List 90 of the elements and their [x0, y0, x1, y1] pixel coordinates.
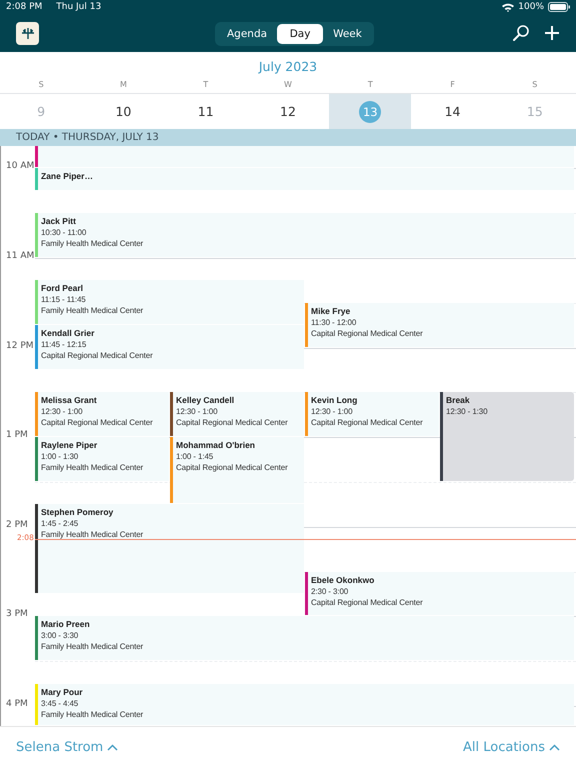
- event-time: 2:30 - 3:00: [311, 586, 348, 597]
- event-location: Family Health Medical Center: [41, 641, 144, 652]
- view-tab[interactable]: Agenda: [217, 24, 278, 44]
- event-name: Raylene Piper: [41, 440, 98, 452]
- hour-label: 10 AM: [6, 161, 34, 172]
- event-name: Ebele Okonkwo: [311, 574, 374, 586]
- event-card[interactable]: Mario Preen 3:00 - 3:30 Family Health Medical Center: [35, 616, 574, 660]
- event-name: Mike Frye: [311, 306, 350, 317]
- event-time: 10:30 - 11:00: [41, 227, 86, 238]
- status-time: 2:08 PM: [6, 2, 42, 12]
- event-location: Capital Regional Medical Center: [311, 328, 423, 339]
- event-time: 3:00 - 3:30: [41, 630, 78, 642]
- day-cell[interactable]: 10: [82, 94, 165, 129]
- hour-label: 12 PM: [6, 340, 34, 351]
- hour-label: 3 PM: [6, 609, 28, 620]
- event-name: Mohammad O'brien: [176, 440, 256, 452]
- month-title: July 2023: [257, 58, 318, 76]
- event-card[interactable]: Mike Frye 11:30 - 12:00 Capital Regional Medical Center: [305, 302, 574, 347]
- status-date: Thu Jul 13: [56, 2, 102, 12]
- event-name: Ford Pearl: [41, 283, 84, 294]
- event-card[interactable]: Ebele Okonkwo 2:30 - 3:00 Capital Regional Medical Center: [305, 572, 574, 616]
- weekday-label: M: [118, 80, 128, 89]
- event-location: Capital Regional Medical Center: [41, 417, 153, 428]
- event-time: 3:45 - 4:45: [41, 698, 78, 709]
- event-name: Kevin Long: [311, 395, 358, 406]
- hour-label: 11 AM: [6, 251, 34, 261]
- event-time: 11:15 - 11:45: [41, 294, 86, 306]
- chevron-up-icon: [549, 744, 560, 751]
- weekday-label: S: [38, 80, 45, 89]
- event-location: Capital Regional Medical Center: [176, 417, 288, 428]
- event-name: Jack Pitt: [41, 216, 76, 228]
- event-location: Family Health Medical Center: [41, 708, 144, 720]
- event-time: 11:30 - 12:00: [311, 316, 356, 328]
- weekday-label: F: [449, 80, 456, 89]
- event-time: 12:30 - 1:00: [176, 406, 218, 418]
- event-time: 12:30 - 1:00: [311, 406, 352, 418]
- day-cell[interactable]: 14: [411, 94, 494, 129]
- app-logo[interactable]: [16, 22, 39, 44]
- event-card[interactable]: Jack Pitt 10:30 - 11:00 Family Health Medical Center: [35, 213, 574, 257]
- event-name: Mario Preen: [41, 619, 90, 630]
- event-location: Capital Regional Medical Center: [311, 596, 423, 608]
- hour-label: 2 PM: [6, 520, 28, 530]
- event-location: Family Health Medical Center: [41, 305, 144, 316]
- event-card[interactable]: Zane Piper…: [35, 168, 574, 190]
- event-name: Kelley Candell: [176, 395, 234, 406]
- hour-label: 1 PM: [6, 430, 28, 440]
- event-time: 1:45 - 2:45: [41, 518, 78, 530]
- add-icon[interactable]: [544, 25, 560, 41]
- event-time: 11:45 - 12:15: [41, 339, 86, 350]
- event-card[interactable]: Ford Pearl 11:15 - 11:45 Family Health Medical Center: [35, 280, 304, 324]
- event-location: Family Health Medical Center: [41, 462, 144, 474]
- today-banner: TODAY • THURSDAY, JULY 13: [0, 129, 576, 146]
- weekday-label: T: [202, 80, 210, 89]
- chevron-up-icon: [107, 744, 118, 751]
- event-name: Zane Piper…: [41, 171, 93, 182]
- wifi-icon: [502, 2, 514, 12]
- event-card[interactable]: Raylene Piper 1:00 - 1:30 Family Health Medical Center: [35, 437, 169, 481]
- event-card[interactable]: Kelley Candell 12:30 - 1:00 Capital Regional Medical Center: [170, 392, 304, 436]
- event-name: Kendall Grier: [41, 328, 94, 340]
- weekday-label: S: [531, 80, 538, 89]
- event-time: 1:00 - 1:30: [41, 451, 78, 462]
- event-card[interactable]: Mohammad O'brien 1:00 - 1:45 Capital Regional Medical Center: [170, 437, 304, 504]
- day-cell[interactable]: 11: [164, 94, 247, 129]
- event-name: Break: [446, 395, 470, 406]
- event-location: Family Health Medical Center: [41, 238, 144, 250]
- event-card[interactable]: Mary Pour 3:45 - 4:45 Family Health Medical Center: [35, 684, 574, 725]
- battery-icon: [548, 2, 570, 12]
- event-card[interactable]: Kevin Long 12:30 - 1:00 Capital Regional Medical Center: [305, 392, 439, 436]
- view-tab[interactable]: Week: [323, 24, 372, 44]
- event-card[interactable]: Kendall Grier 11:45 - 12:15 Capital Regional Medical Center: [35, 325, 304, 369]
- event-card[interactable]: Break 12:30 - 1:30: [440, 392, 574, 481]
- event-card[interactable]: Melissa Grant 12:30 - 1:00 Capital Regional Medical Center: [35, 392, 169, 436]
- event-card[interactable]: Stephen Pomeroy 1:45 - 2:45 Family Health Medical Center: [35, 504, 304, 593]
- weekday-label: T: [366, 80, 374, 89]
- event-location: Capital Regional Medical Center: [176, 462, 288, 474]
- day-cell[interactable]: 12: [246, 94, 330, 129]
- event-name: Melissa Grant: [41, 395, 97, 406]
- battery-percent: 100%: [518, 2, 544, 12]
- event-location: Capital Regional Medical Center: [41, 350, 153, 362]
- event-location: Capital Regional Medical Center: [311, 417, 423, 428]
- search-icon[interactable]: [512, 24, 530, 42]
- event-time: 12:30 - 1:00: [41, 406, 82, 418]
- view-tab[interactable]: Day: [277, 24, 324, 44]
- event-time: 1:00 - 1:45: [176, 451, 214, 462]
- event-location: Family Health Medical Center: [41, 529, 144, 540]
- weekday-label: W: [283, 80, 293, 89]
- event-time: 12:30 - 1:30: [446, 406, 488, 418]
- event-name: Mary Pour: [41, 686, 83, 698]
- event-name: Stephen Pomeroy: [41, 507, 114, 518]
- hour-label: 4 PM: [6, 699, 28, 709]
